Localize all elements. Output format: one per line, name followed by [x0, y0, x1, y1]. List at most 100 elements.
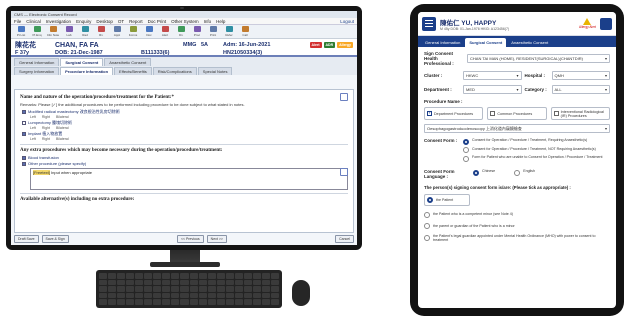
tab-risk-complications[interactable]: Risk/Complications — [152, 67, 197, 75]
consent-option[interactable]: Consent for Operation / Procedure / Trea… — [463, 147, 610, 153]
menu-file[interactable]: File — [14, 19, 21, 24]
radio-button[interactable] — [473, 169, 479, 176]
signer-option-patient[interactable]: the Patient — [424, 193, 470, 206]
radio-button[interactable] — [424, 211, 430, 218]
checkbox[interactable] — [22, 155, 26, 160]
menu-desktop[interactable]: Desktop — [96, 19, 113, 24]
extra-procedure-textarea[interactable]: [Freetext] Input when appropriate — [30, 168, 348, 190]
radio-button[interactable] — [463, 155, 469, 162]
radio-button[interactable] — [463, 138, 469, 145]
menu-doc-print[interactable]: Doc Print — [148, 19, 167, 24]
allergy-badge[interactable]: Allergy — [337, 42, 353, 48]
tablet-tab-surgical-consent[interactable]: Surgical Consent — [465, 38, 507, 47]
radio-button[interactable] — [424, 235, 430, 242]
toolbar-button[interactable]: Forms — [126, 26, 140, 37]
next-button[interactable]: Next >> — [206, 235, 227, 243]
signer-option-legal-guardian[interactable]: the Patient's legal guardian appointed u… — [424, 234, 610, 242]
extra-checkbox-2[interactable]: Other procedure (please specify) — [22, 161, 348, 166]
tab-general-information[interactable]: General Information — [14, 58, 60, 66]
checkbox[interactable] — [22, 110, 26, 114]
cancel-button[interactable]: Cancel — [335, 235, 355, 243]
toolbar-button[interactable]: Appt — [110, 26, 124, 37]
menu-ot[interactable]: OT — [118, 19, 124, 24]
hospital-select[interactable]: QMH — [551, 71, 610, 80]
alert-badge[interactable]: Alert — [309, 42, 322, 48]
edit-icon[interactable] — [340, 93, 348, 101]
tab-surgery-information[interactable]: Surgery Information — [14, 67, 60, 75]
edit-icon[interactable] — [340, 168, 348, 176]
radio-button[interactable] — [463, 147, 469, 153]
language-english[interactable]: English — [514, 169, 535, 176]
side-right[interactable]: Right — [42, 126, 50, 130]
consent-option[interactable]: Consent for Operation / Procedure / Trea… — [463, 138, 610, 145]
department-select[interactable]: MED — [463, 85, 522, 94]
toolbar-button[interactable]: Pt List — [14, 26, 28, 37]
menu-other-system[interactable]: Other System — [171, 19, 199, 24]
proc-type-department[interactable]: Department Procedures — [424, 107, 484, 120]
logout-link[interactable]: Logout — [340, 19, 354, 24]
menu-help[interactable]: Help — [216, 19, 225, 24]
category-select[interactable]: ALL — [551, 85, 610, 94]
toolbar-button-label: Doc — [146, 33, 152, 37]
menu-report[interactable]: Report — [129, 19, 143, 24]
toolbar-button[interactable]: Refer — [222, 26, 236, 37]
exit-icon[interactable] — [600, 17, 612, 30]
checkbox[interactable] — [22, 132, 26, 136]
toolbar-button[interactable]: Alert — [158, 26, 172, 37]
save-sign-button[interactable]: Save & Sign — [41, 235, 69, 243]
proc-type-common[interactable]: Common Procedures — [487, 107, 547, 120]
language-chinese[interactable]: Chinese — [473, 169, 495, 176]
tab-effects-benefits[interactable]: Effects/Benefits — [114, 67, 152, 75]
radio-button[interactable] — [514, 169, 521, 176]
extra-label: Other procedure (please specify) — [28, 161, 87, 166]
checkbox[interactable] — [553, 111, 559, 116]
menu-enquiry[interactable]: Enquiry — [76, 19, 91, 24]
signer-option-guardian[interactable]: the parent or guardian of the Patient wh… — [424, 223, 610, 229]
hamburger-menu-icon[interactable] — [422, 16, 436, 31]
tab-surgical-consent[interactable]: Surgical Consent — [60, 58, 104, 66]
toolbar-button[interactable]: Call — [238, 26, 252, 37]
toolbar-button[interactable]: Rx — [94, 26, 108, 37]
side-left[interactable]: Left — [30, 126, 36, 130]
checkbox[interactable] — [22, 121, 26, 125]
toolbar-button[interactable]: Dx — [174, 26, 188, 37]
signer-option-minor[interactable]: the Patient who is a competent minor (se… — [424, 211, 610, 218]
menu-info[interactable]: Info — [204, 19, 212, 24]
side-bilateral[interactable]: Bilateral — [56, 115, 69, 119]
side-bilateral[interactable]: Bilateral — [56, 126, 69, 130]
toolbar-button[interactable]: Doc — [142, 26, 156, 37]
extra-checkbox-1[interactable]: Blood transfusion — [22, 155, 348, 160]
side-left[interactable]: Left — [30, 137, 36, 141]
toolbar-button[interactable]: Rad — [78, 26, 92, 37]
checkbox[interactable] — [22, 161, 26, 166]
tab-anaesthetic-consent[interactable]: Anaesthetic Consent — [104, 58, 152, 66]
toolbar-button[interactable]: Pt Enq — [30, 26, 44, 37]
toolbar-button[interactable]: Print — [206, 26, 220, 37]
surgeon-select[interactable]: CHAN TAI MAN (HOME), RESIDENT(SURGICAL)(… — [467, 54, 610, 63]
side-right[interactable]: Right — [42, 137, 50, 141]
toolbar-button[interactable]: Proc — [190, 26, 204, 37]
side-left[interactable]: Left — [30, 115, 36, 119]
proc-type-ir[interactable]: Interventional Radiological (IR) Procedu… — [550, 107, 610, 120]
side-right[interactable]: Right — [42, 115, 50, 119]
tab-special-notes[interactable]: Special Notes — [197, 67, 233, 75]
previous-button[interactable]: << Previous — [176, 235, 204, 243]
menu-clinical[interactable]: Clinical — [26, 19, 41, 24]
consent-option[interactable]: Form for Patient who are unable to Conse… — [463, 155, 610, 162]
menu-investigation[interactable]: Investigation — [46, 19, 71, 24]
checkbox[interactable] — [427, 110, 432, 116]
radio-button[interactable] — [427, 197, 433, 203]
radio-button[interactable] — [424, 223, 430, 229]
toolbar-button[interactable]: Lab — [62, 26, 76, 37]
tablet-alert[interactable]: Allergy Alert — [579, 18, 596, 29]
tablet-tab-general-information[interactable]: General Information — [421, 38, 464, 47]
cluster-select[interactable]: HKWC — [463, 71, 522, 80]
draft-save-button[interactable]: Draft Save — [14, 235, 39, 243]
adr-badge[interactable]: ADR — [323, 42, 336, 48]
side-bilateral[interactable]: Bilateral — [56, 137, 69, 141]
checkbox[interactable] — [490, 111, 496, 116]
toolbar-button[interactable]: Clin Note — [46, 26, 60, 37]
tablet-tab-anaesthetic-consent[interactable]: Anaesthetic Consent — [507, 38, 552, 47]
tab-procedure-information[interactable]: Procedure Information — [60, 67, 114, 75]
procedure-select[interactable]: Oesophagogastroduodenoscopy 上消化道內窺鏡檢查 — [424, 124, 610, 133]
